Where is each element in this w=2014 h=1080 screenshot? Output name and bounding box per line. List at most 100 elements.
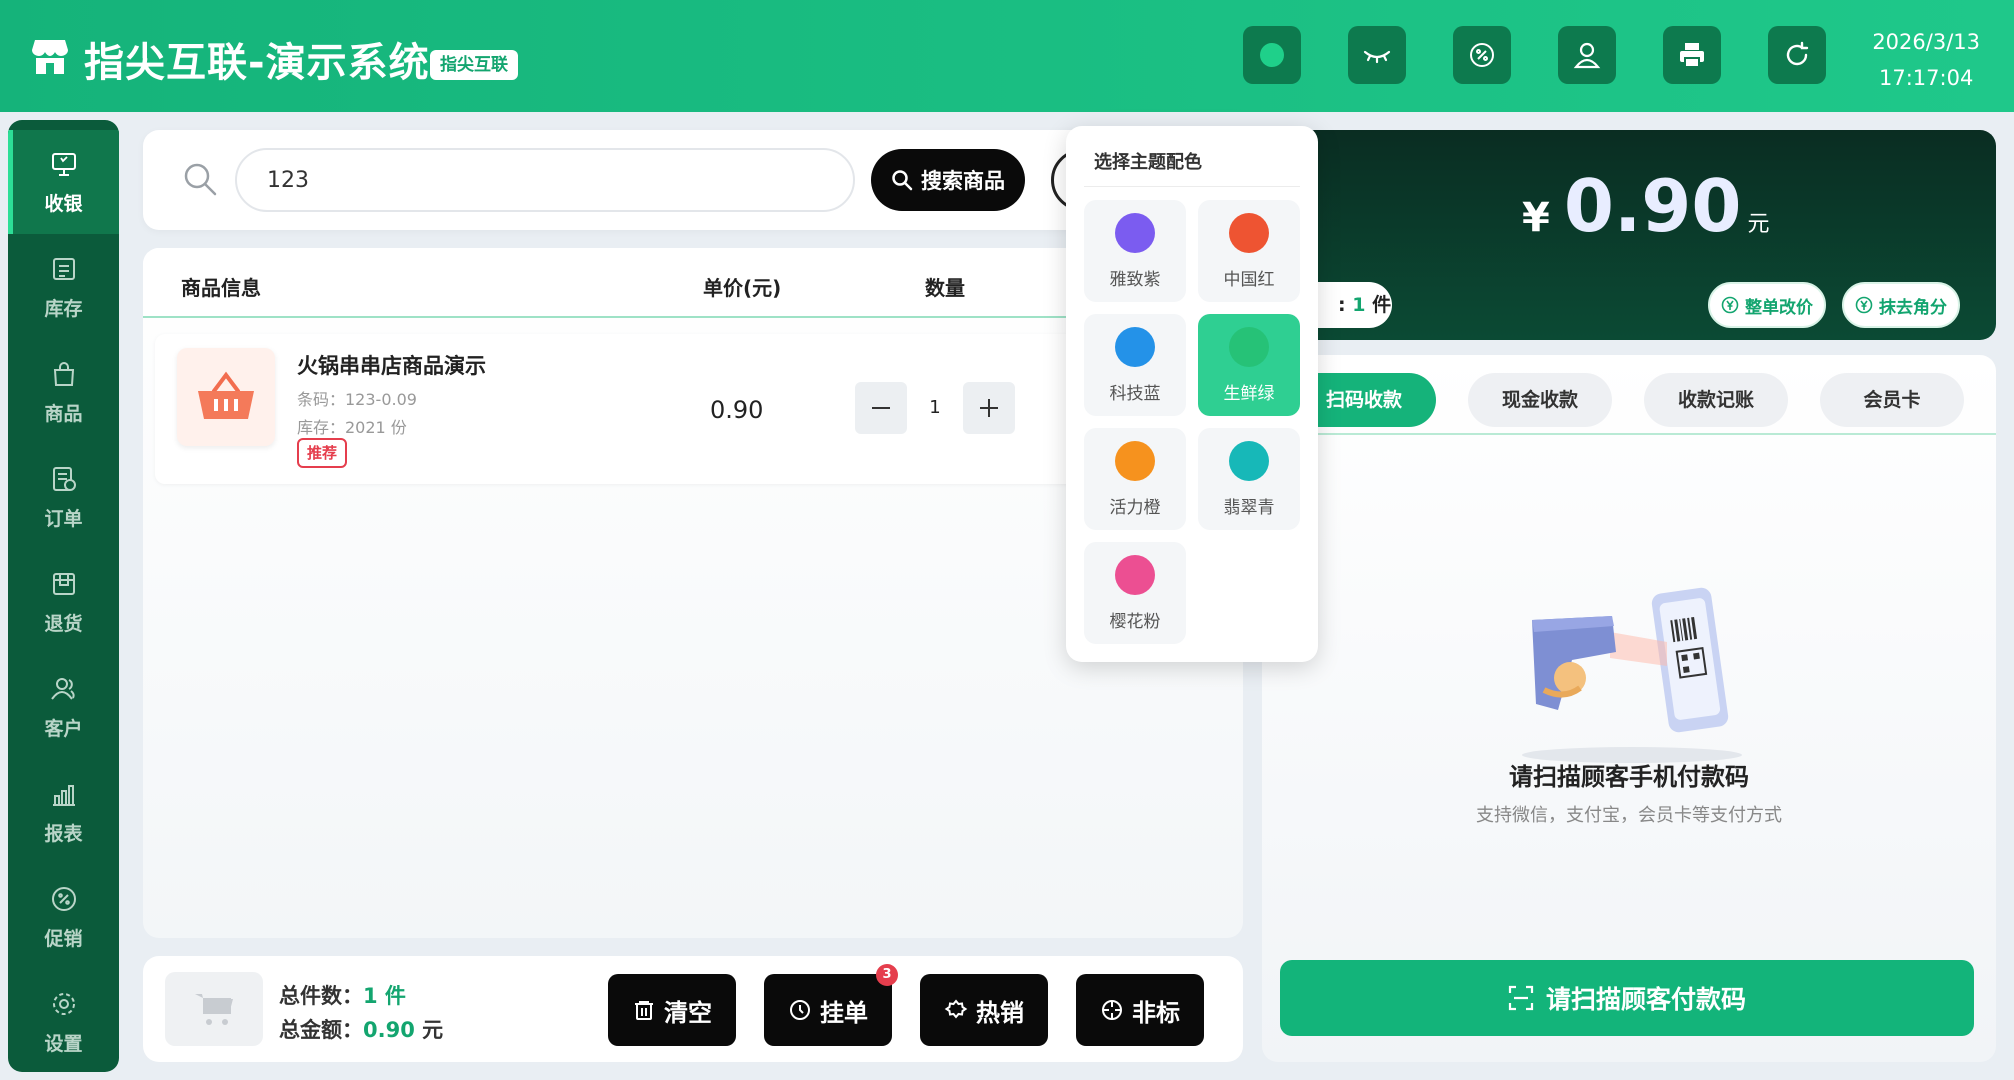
plus-icon: [980, 399, 998, 417]
color-dot-icon: [1115, 326, 1155, 367]
tab-member-card[interactable]: 会员卡: [1820, 373, 1964, 427]
search-button-label: 搜索商品: [921, 169, 1005, 193]
total-amount: 总金额：0.90 元: [279, 1014, 443, 1044]
payable-amount: ¥ 0.90 元: [1522, 164, 1770, 248]
color-dot-icon: [1229, 326, 1269, 367]
theme-color-popover: 选择主题配色 雅致紫 中国红 科技蓝 生鲜绿 活力橙 翡翠青 樱花粉: [1066, 126, 1318, 662]
refresh-button[interactable]: [1768, 26, 1826, 84]
total-amount-unit: 元: [422, 1018, 444, 1042]
color-dot-icon: [1229, 212, 1269, 253]
sidebar-item-inventory[interactable]: 库存: [8, 235, 119, 339]
user-button[interactable]: [1558, 26, 1616, 84]
product-price: 0.90: [710, 396, 764, 424]
tab-credit-record[interactable]: 收款记账: [1644, 373, 1788, 427]
theme-option-orange[interactable]: 活力橙: [1084, 428, 1186, 530]
theme-button[interactable]: [1243, 26, 1301, 84]
round-off-button[interactable]: 抹去角分: [1842, 282, 1960, 328]
theme-option-green[interactable]: 生鲜绿: [1198, 314, 1300, 416]
color-dot-icon: [1229, 440, 1269, 481]
change-price-label: 整单改价: [1745, 297, 1813, 318]
scan-title: 请扫描顾客手机付款码: [1509, 763, 1749, 791]
return-icon: [52, 572, 75, 595]
theme-option-label: 雅致紫: [1109, 269, 1161, 290]
sidebar-item-label: 退货: [44, 612, 83, 635]
quantity-stepper: 1: [855, 382, 1015, 434]
theme-option-label: 樱花粉: [1109, 611, 1161, 632]
chart-icon: [52, 784, 75, 806]
order-total-panel: ¥ 0.90 元 : 1 件 整单改价 抹去角分: [1262, 130, 1996, 340]
sidebar-item-label: 商品: [44, 402, 83, 425]
increase-button[interactable]: [963, 382, 1015, 434]
sidebar-item-customers[interactable]: 客户: [8, 655, 119, 759]
tab-cash-pay[interactable]: 现金收款: [1468, 373, 1612, 427]
hold-label: 挂单: [820, 998, 868, 1027]
total-amount-value: 0.90: [363, 1018, 415, 1042]
minus-icon: [872, 407, 890, 409]
search-icon: [184, 163, 217, 196]
sidebar-item-returns[interactable]: 退货: [8, 550, 119, 654]
sidebar-item-products[interactable]: 商品: [8, 340, 119, 444]
currency-unit: 元: [1747, 212, 1770, 237]
sidebar-item-reports[interactable]: 报表: [8, 760, 119, 864]
shopping-cart-icon: [195, 994, 233, 1025]
hide-amount-button[interactable]: [1348, 26, 1406, 84]
refresh-icon: [1786, 41, 1809, 66]
search-input[interactable]: [235, 148, 855, 212]
hold-order-button[interactable]: 挂单 3: [764, 964, 898, 1046]
scan-payment-button[interactable]: 请扫描顾客付款码: [1280, 960, 1974, 1036]
total-count-label: 总件数：: [279, 984, 363, 1008]
eye-closed-icon: [1363, 50, 1391, 64]
table-row[interactable]: 火锅串串店商品演示 条码：123-0.09 库存：2021 份 推荐 0.90 …: [155, 334, 1215, 484]
currency-symbol: ¥: [1522, 195, 1550, 241]
top-header: 指尖互联-演示系统 指尖互联 2026/3/13 17:17:04: [0, 0, 2014, 112]
hot-icon: [944, 999, 968, 1019]
printer-icon: [1680, 43, 1704, 68]
discount-button[interactable]: [1453, 26, 1511, 84]
search-button[interactable]: 搜索商品: [871, 149, 1025, 211]
decrease-button[interactable]: [855, 382, 907, 434]
sidebar-item-settings[interactable]: 设置: [8, 970, 119, 1072]
color-dot-icon: [1115, 554, 1155, 595]
change-price-button[interactable]: 整单改价: [1708, 282, 1826, 328]
sidebar-item-label: 客户: [44, 717, 83, 740]
app-badge: 指尖互联: [430, 50, 518, 80]
sidebar-item-promotions[interactable]: 促销: [8, 865, 119, 969]
sidebar-item-label: 设置: [44, 1032, 83, 1055]
column-header-price: 单价(元): [703, 276, 782, 300]
sidebar-item-label: 库存: [44, 297, 83, 320]
scan-subtitle: 支持微信，支付宝，会员卡等支付方式: [1476, 805, 1782, 826]
theme-option-label: 翡翠青: [1223, 497, 1275, 518]
store-logo-icon: [32, 40, 68, 74]
customer-icon: [50, 677, 75, 700]
inventory-icon: [52, 257, 75, 280]
theme-option-cyan[interactable]: 翡翠青: [1198, 428, 1300, 530]
theme-option-label: 科技蓝: [1109, 383, 1161, 404]
theme-option-label: 活力橙: [1109, 497, 1161, 518]
total-count: 总件数：1 件: [279, 980, 406, 1010]
quantity-value[interactable]: 1: [907, 382, 963, 434]
scan-button-label: 请扫描顾客付款码: [1545, 985, 1746, 1014]
theme-option-blue[interactable]: 科技蓝: [1084, 314, 1186, 416]
hot-sale-button[interactable]: 热销: [920, 974, 1048, 1046]
crosshair-icon: [1102, 1000, 1122, 1020]
discount-icon: [1470, 43, 1494, 67]
clear-button[interactable]: 清空: [608, 974, 736, 1046]
theme-option-purple[interactable]: 雅致紫: [1084, 200, 1186, 302]
product-thumbnail: [177, 348, 275, 446]
sidebar-item-orders[interactable]: 订单: [8, 445, 119, 549]
clear-label: 清空: [664, 998, 712, 1027]
product-stock: 库存：2021 份: [297, 418, 407, 437]
theme-option-pink[interactable]: 樱花粉: [1084, 542, 1186, 644]
bag-icon: [53, 361, 74, 386]
theme-option-red[interactable]: 中国红: [1198, 200, 1300, 302]
sidebar-item-cashier[interactable]: 收银: [8, 130, 119, 234]
scan-frame-icon: [1508, 985, 1534, 1011]
monitor-icon: [51, 152, 76, 176]
recommend-tag: 推荐: [297, 438, 348, 468]
theme-popover-title: 选择主题配色: [1094, 152, 1202, 173]
current-time: 17:17:04: [1878, 66, 1974, 90]
user-icon: [1573, 42, 1601, 69]
basket-icon: [198, 371, 254, 419]
non-standard-button[interactable]: 非标: [1076, 974, 1204, 1046]
print-button[interactable]: [1663, 26, 1721, 84]
